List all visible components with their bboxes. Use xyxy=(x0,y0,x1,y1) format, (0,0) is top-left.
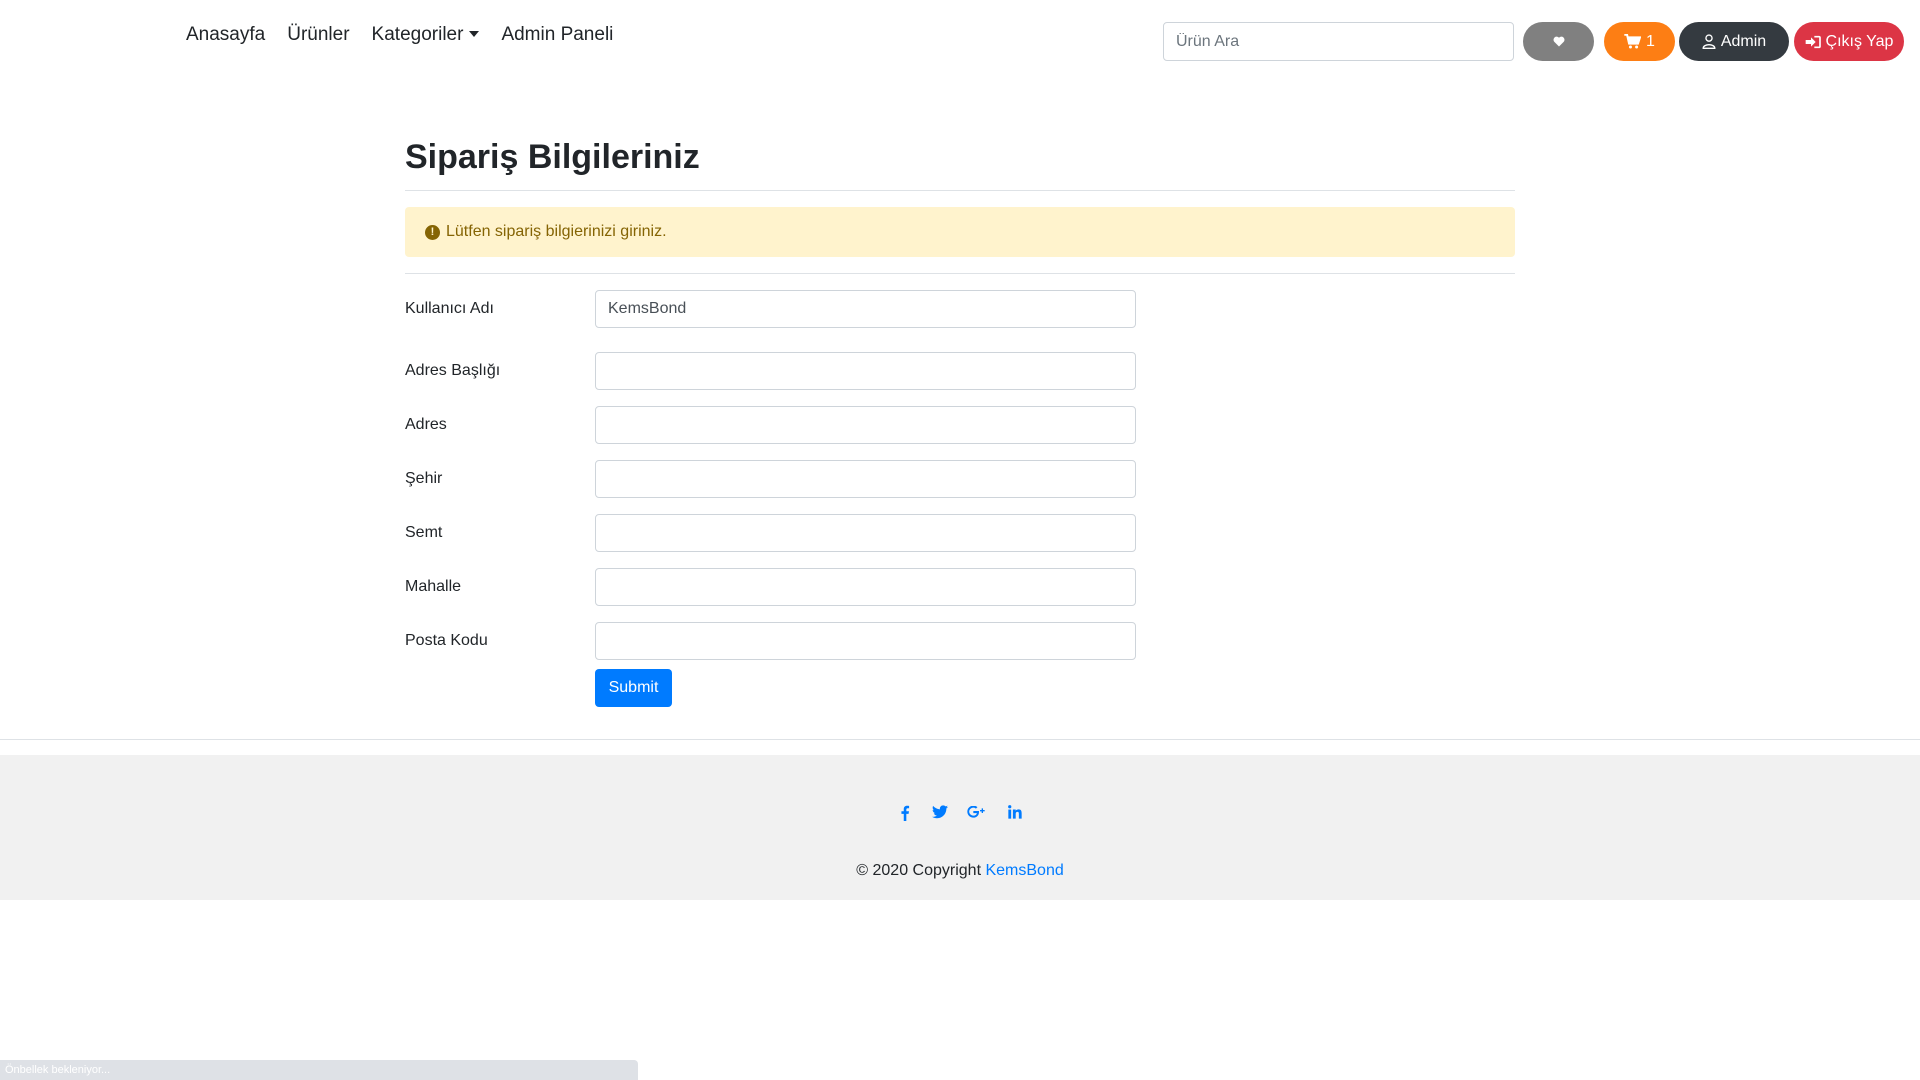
copyright: © 2020 Copyright KemsBond xyxy=(0,862,1920,880)
address-label: Adres xyxy=(405,416,447,433)
address-title-label: Adres Başlığı xyxy=(405,362,501,379)
copyright-link[interactable]: KemsBond xyxy=(985,862,1063,879)
social-links xyxy=(0,805,1920,826)
admin-button[interactable]: Admin xyxy=(1679,22,1789,61)
form-row-postal-code: Posta Kodu xyxy=(405,622,1515,660)
form-row-district: Semt xyxy=(405,514,1515,552)
favorites-button[interactable] xyxy=(1523,22,1594,61)
submit-button[interactable]: Submit xyxy=(595,669,672,707)
district-label: Semt xyxy=(405,524,443,541)
nav-link-categories[interactable]: Kategoriler xyxy=(372,24,480,46)
page-title: Sipariş Bilgileriniz xyxy=(405,138,700,176)
nav-link-admin-panel[interactable]: Admin Paneli xyxy=(501,24,613,46)
exclamation-circle-icon: ! xyxy=(425,224,440,240)
alert-text: Lütfen sipariş bilgierinizi giriniz. xyxy=(446,223,667,240)
city-label: Şehir xyxy=(405,470,443,487)
neighborhood-label: Mahalle xyxy=(405,578,462,595)
nav-link-home[interactable]: Anasayfa xyxy=(186,24,265,46)
postal-code-field[interactable] xyxy=(595,622,1136,660)
chevron-down-icon xyxy=(469,31,480,37)
search-input[interactable] xyxy=(1163,22,1514,61)
postal-code-label: Posta Kodu xyxy=(405,632,488,649)
facebook-icon[interactable] xyxy=(898,805,912,826)
cart-button[interactable]: 1 xyxy=(1604,22,1675,61)
nav-link-categories-label: Kategoriler xyxy=(371,24,464,45)
cart-count: 1 xyxy=(1646,32,1655,50)
google-plus-icon[interactable] xyxy=(966,805,988,826)
navbar: Anasayfa Ürünler Kategoriler Admin Panel… xyxy=(0,0,1920,84)
neighborhood-field[interactable] xyxy=(595,568,1136,606)
form-row-address: Adres xyxy=(405,406,1515,444)
address-title-field[interactable] xyxy=(595,352,1136,390)
form-row-username: Kullanıcı Adı xyxy=(405,290,1515,328)
nav-link-products[interactable]: Ürünler xyxy=(287,24,349,46)
user-icon xyxy=(1702,34,1716,49)
shopping-cart-icon xyxy=(1624,34,1642,49)
nav-links: Anasayfa Ürünler Kategoriler Admin Panel… xyxy=(186,24,635,46)
footer-divider xyxy=(0,739,1920,740)
order-info-section: Sipariş Bilgileriniz ! Lütfen sipariş bi… xyxy=(405,120,1515,660)
logout-button[interactable]: Çıkış Yap xyxy=(1794,22,1904,61)
form-row-neighborhood: Mahalle xyxy=(405,568,1515,606)
copyright-text: © 2020 Copyright xyxy=(856,862,982,879)
divider xyxy=(405,273,1515,274)
divider xyxy=(405,190,1515,191)
twitter-icon[interactable] xyxy=(932,805,948,826)
form-row-address-title: Adres Başlığı xyxy=(405,352,1515,390)
city-field[interactable] xyxy=(595,460,1136,498)
form-row-city: Şehir xyxy=(405,460,1515,498)
logout-label: Çıkış Yap xyxy=(1825,32,1894,50)
footer: © 2020 Copyright KemsBond xyxy=(0,755,1920,900)
warning-alert: ! Lütfen sipariş bilgierinizi giriniz. xyxy=(405,207,1515,257)
status-bar: Önbellek bekleniyor... xyxy=(0,1060,638,1080)
address-field[interactable] xyxy=(595,406,1136,444)
username-field[interactable] xyxy=(595,290,1136,328)
username-label: Kullanıcı Adı xyxy=(405,300,494,317)
admin-label: Admin xyxy=(1720,32,1767,50)
district-field[interactable] xyxy=(595,514,1136,552)
heart-icon xyxy=(1553,36,1564,47)
linkedin-icon[interactable] xyxy=(1008,805,1022,826)
sign-in-icon xyxy=(1805,35,1821,48)
